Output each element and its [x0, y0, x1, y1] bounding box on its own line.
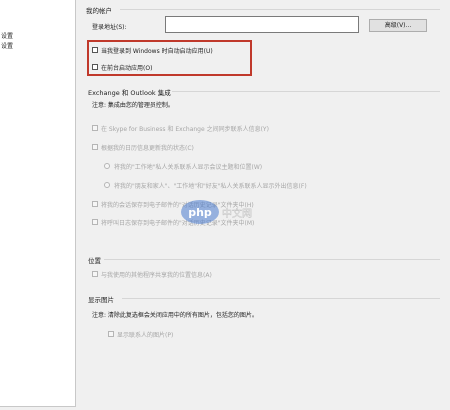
- left-nav-item[interactable]: 设置: [1, 41, 13, 50]
- friends-family-radio[interactable]: [104, 182, 110, 188]
- friends-family-label: 将我的"朋友和家人"、"工作地"和"好友"私人关系联系人显示外出信息(F): [114, 183, 307, 190]
- show-contact-photos-checkbox[interactable]: [108, 331, 114, 337]
- section-divider: [120, 9, 440, 10]
- left-nav-item[interactable]: 设置: [1, 31, 13, 40]
- highlight-box: [87, 40, 252, 76]
- save-call-logs-checkbox[interactable]: [92, 219, 98, 225]
- php-logo-icon: php 中文网: [181, 200, 252, 224]
- php-cn-watermark: php 中文网: [180, 196, 270, 230]
- calendar-status-checkbox[interactable]: [92, 144, 98, 150]
- account-section-title: 我的帐户: [86, 7, 112, 15]
- photos-section-title: 显示图片: [88, 296, 114, 304]
- section-divider: [104, 259, 440, 260]
- sign-in-address-input[interactable]: [165, 16, 359, 33]
- section-divider: [122, 298, 440, 299]
- show-contact-photos-label: 显示联系人的图片(P): [117, 332, 174, 339]
- advanced-button[interactable]: 高级(V)...: [369, 19, 427, 32]
- sync-contacts-label: 在 Skype for Business 和 Exchange 之间同步联系人信…: [101, 126, 269, 133]
- share-location-checkbox[interactable]: [92, 271, 98, 277]
- workplace-contacts-label: 将我的"工作地"私人关系联系人显示会议主题和位置(W): [114, 164, 263, 171]
- section-divider: [172, 91, 440, 92]
- exchange-note: 注意: 集成由您的管理员控制。: [92, 102, 174, 109]
- share-location-label: 与我使用的其他程序共享我的位置信息(A): [101, 272, 212, 279]
- exchange-section-title: Exchange 和 Outlook 集成: [88, 89, 171, 97]
- calendar-status-label: 根据我的日历信息更新我的状态(C): [101, 145, 194, 152]
- workplace-contacts-radio[interactable]: [104, 163, 110, 169]
- save-conversations-checkbox[interactable]: [92, 201, 98, 207]
- sync-contacts-checkbox[interactable]: [92, 125, 98, 131]
- photos-note: 注意: 清除此复选框会关闭应用中的所有图片，包括您的图片。: [92, 312, 258, 319]
- location-section-title: 位置: [88, 257, 101, 265]
- watermark-logo-text: php: [188, 206, 212, 219]
- sign-in-address-label: 登录地址(S):: [92, 24, 127, 31]
- left-nav-pane: 设置 设置: [0, 0, 76, 407]
- watermark-text: 中文网: [222, 207, 252, 220]
